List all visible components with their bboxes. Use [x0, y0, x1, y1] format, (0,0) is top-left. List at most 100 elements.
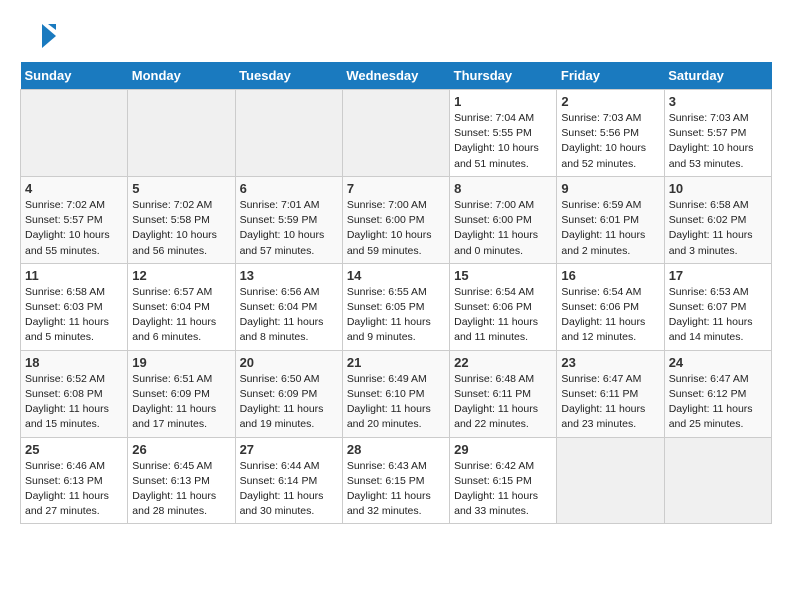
cell-info: Sunrise: 6:55 AM Sunset: 6:05 PM Dayligh… [347, 285, 445, 346]
day-number: 1 [454, 94, 552, 109]
weekday-header: Monday [128, 62, 235, 90]
day-number: 15 [454, 268, 552, 283]
day-number: 26 [132, 442, 230, 457]
day-number: 22 [454, 355, 552, 370]
day-number: 12 [132, 268, 230, 283]
weekday-header: Sunday [21, 62, 128, 90]
day-number: 25 [25, 442, 123, 457]
calendar-cell: 18 Sunrise: 6:52 AM Sunset: 6:08 PM Dayli… [21, 350, 128, 437]
day-number: 21 [347, 355, 445, 370]
calendar-cell: 2 Sunrise: 7:03 AM Sunset: 5:56 PM Daylig… [557, 90, 664, 177]
calendar-cell: 28 Sunrise: 6:43 AM Sunset: 6:15 PM Dayli… [342, 437, 449, 524]
day-number: 8 [454, 181, 552, 196]
weekday-header: Saturday [664, 62, 771, 90]
day-number: 2 [561, 94, 659, 109]
calendar-cell: 12 Sunrise: 6:57 AM Sunset: 6:04 PM Dayli… [128, 263, 235, 350]
logo [20, 20, 60, 52]
calendar-cell: 5 Sunrise: 7:02 AM Sunset: 5:58 PM Daylig… [128, 176, 235, 263]
calendar-cell: 11Sunrise: 6:58 AM Sunset: 6:03 PM Dayli… [21, 263, 128, 350]
cell-info: Sunrise: 6:59 AM Sunset: 6:01 PM Dayligh… [561, 198, 659, 259]
day-number: 17 [669, 268, 767, 283]
calendar-week-row: 1 Sunrise: 7:04 AM Sunset: 5:55 PM Daylig… [21, 90, 772, 177]
calendar-cell: 16Sunrise: 6:54 AM Sunset: 6:06 PM Dayli… [557, 263, 664, 350]
cell-info: Sunrise: 7:01 AM Sunset: 5:59 PM Dayligh… [240, 198, 338, 259]
cell-info: Sunrise: 6:52 AM Sunset: 6:08 PM Dayligh… [25, 372, 123, 433]
calendar-cell [342, 90, 449, 177]
calendar-cell [235, 90, 342, 177]
cell-info: Sunrise: 6:54 AM Sunset: 6:06 PM Dayligh… [454, 285, 552, 346]
calendar-cell: 24 Sunrise: 6:47 AM Sunset: 6:12 PM Dayli… [664, 350, 771, 437]
day-number: 29 [454, 442, 552, 457]
calendar-cell: 4Sunrise: 7:02 AM Sunset: 5:57 PM Daylig… [21, 176, 128, 263]
calendar-cell: 6 Sunrise: 7:01 AM Sunset: 5:59 PM Daylig… [235, 176, 342, 263]
day-number: 3 [669, 94, 767, 109]
day-number: 10 [669, 181, 767, 196]
day-number: 7 [347, 181, 445, 196]
cell-info: Sunrise: 6:58 AM Sunset: 6:03 PM Dayligh… [25, 285, 123, 346]
calendar-week-row: 18 Sunrise: 6:52 AM Sunset: 6:08 PM Dayli… [21, 350, 772, 437]
calendar-cell: 23 Sunrise: 6:47 AM Sunset: 6:11 PM Dayli… [557, 350, 664, 437]
calendar-cell: 14 Sunrise: 6:55 AM Sunset: 6:05 PM Dayli… [342, 263, 449, 350]
day-number: 13 [240, 268, 338, 283]
calendar-cell [664, 437, 771, 524]
day-number: 19 [132, 355, 230, 370]
calendar-header: SundayMondayTuesdayWednesdayThursdayFrid… [21, 62, 772, 90]
calendar-cell: 13 Sunrise: 6:56 AM Sunset: 6:04 PM Dayli… [235, 263, 342, 350]
cell-info: Sunrise: 6:57 AM Sunset: 6:04 PM Dayligh… [132, 285, 230, 346]
day-number: 4 [25, 181, 123, 196]
header [20, 20, 772, 52]
day-number: 20 [240, 355, 338, 370]
calendar-cell [128, 90, 235, 177]
cell-info: Sunrise: 6:47 AM Sunset: 6:12 PM Dayligh… [669, 372, 767, 433]
cell-info: Sunrise: 7:03 AM Sunset: 5:56 PM Dayligh… [561, 111, 659, 172]
calendar-body: 1 Sunrise: 7:04 AM Sunset: 5:55 PM Daylig… [21, 90, 772, 524]
calendar-cell [21, 90, 128, 177]
cell-info: Sunrise: 6:56 AM Sunset: 6:04 PM Dayligh… [240, 285, 338, 346]
calendar-cell: 20 Sunrise: 6:50 AM Sunset: 6:09 PM Dayli… [235, 350, 342, 437]
cell-info: Sunrise: 6:51 AM Sunset: 6:09 PM Dayligh… [132, 372, 230, 433]
cell-info: Sunrise: 7:00 AM Sunset: 6:00 PM Dayligh… [454, 198, 552, 259]
weekday-header: Friday [557, 62, 664, 90]
cell-info: Sunrise: 7:00 AM Sunset: 6:00 PM Dayligh… [347, 198, 445, 259]
cell-info: Sunrise: 6:48 AM Sunset: 6:11 PM Dayligh… [454, 372, 552, 433]
cell-info: Sunrise: 6:47 AM Sunset: 6:11 PM Dayligh… [561, 372, 659, 433]
day-number: 5 [132, 181, 230, 196]
calendar-cell: 29 Sunrise: 6:42 AM Sunset: 6:15 PM Dayli… [450, 437, 557, 524]
calendar-week-row: 4Sunrise: 7:02 AM Sunset: 5:57 PM Daylig… [21, 176, 772, 263]
calendar-table: SundayMondayTuesdayWednesdayThursdayFrid… [20, 62, 772, 524]
weekday-header: Wednesday [342, 62, 449, 90]
cell-info: Sunrise: 6:44 AM Sunset: 6:14 PM Dayligh… [240, 459, 338, 520]
cell-info: Sunrise: 6:53 AM Sunset: 6:07 PM Dayligh… [669, 285, 767, 346]
cell-info: Sunrise: 6:43 AM Sunset: 6:15 PM Dayligh… [347, 459, 445, 520]
cell-info: Sunrise: 6:45 AM Sunset: 6:13 PM Dayligh… [132, 459, 230, 520]
calendar-cell: 22 Sunrise: 6:48 AM Sunset: 6:11 PM Dayli… [450, 350, 557, 437]
calendar-cell: 25Sunrise: 6:46 AM Sunset: 6:13 PM Dayli… [21, 437, 128, 524]
day-number: 9 [561, 181, 659, 196]
calendar-cell: 19 Sunrise: 6:51 AM Sunset: 6:09 PM Dayli… [128, 350, 235, 437]
calendar-cell [557, 437, 664, 524]
calendar-week-row: 25Sunrise: 6:46 AM Sunset: 6:13 PM Dayli… [21, 437, 772, 524]
cell-info: Sunrise: 6:50 AM Sunset: 6:09 PM Dayligh… [240, 372, 338, 433]
cell-info: Sunrise: 6:54 AM Sunset: 6:06 PM Dayligh… [561, 285, 659, 346]
day-number: 14 [347, 268, 445, 283]
day-number: 6 [240, 181, 338, 196]
logo-icon [20, 20, 56, 52]
calendar-cell: 9 Sunrise: 6:59 AM Sunset: 6:01 PM Daylig… [557, 176, 664, 263]
day-number: 18 [25, 355, 123, 370]
calendar-cell: 15 Sunrise: 6:54 AM Sunset: 6:06 PM Dayli… [450, 263, 557, 350]
cell-info: Sunrise: 7:04 AM Sunset: 5:55 PM Dayligh… [454, 111, 552, 172]
calendar-cell: 8 Sunrise: 7:00 AM Sunset: 6:00 PM Daylig… [450, 176, 557, 263]
calendar-cell: 3Sunrise: 7:03 AM Sunset: 5:57 PM Daylig… [664, 90, 771, 177]
weekday-header: Tuesday [235, 62, 342, 90]
day-number: 27 [240, 442, 338, 457]
day-number: 28 [347, 442, 445, 457]
calendar-cell: 10 Sunrise: 6:58 AM Sunset: 6:02 PM Dayli… [664, 176, 771, 263]
day-number: 23 [561, 355, 659, 370]
weekday-header: Thursday [450, 62, 557, 90]
calendar-cell: 27 Sunrise: 6:44 AM Sunset: 6:14 PM Dayli… [235, 437, 342, 524]
calendar-cell: 1 Sunrise: 7:04 AM Sunset: 5:55 PM Daylig… [450, 90, 557, 177]
day-number: 24 [669, 355, 767, 370]
cell-info: Sunrise: 6:58 AM Sunset: 6:02 PM Dayligh… [669, 198, 767, 259]
cell-info: Sunrise: 7:02 AM Sunset: 5:58 PM Dayligh… [132, 198, 230, 259]
cell-info: Sunrise: 6:42 AM Sunset: 6:15 PM Dayligh… [454, 459, 552, 520]
